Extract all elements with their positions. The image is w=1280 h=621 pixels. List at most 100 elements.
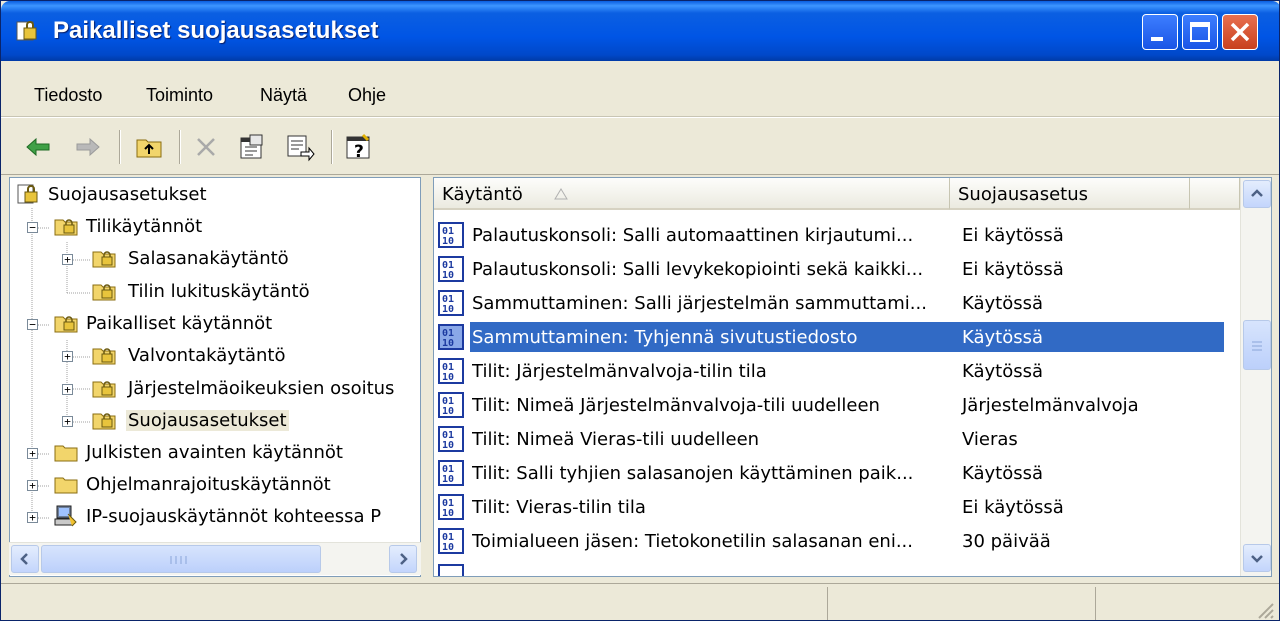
list-row[interactable]: 01 10 Tilit: Nimeä Järjestelmänvalvoja-ti… (434, 388, 1224, 422)
toolbar-separator (119, 130, 121, 164)
column-header-policy[interactable]: Käytäntö (434, 178, 950, 210)
expand-toggle[interactable]: + (27, 448, 38, 459)
svg-text:10: 10 (442, 508, 454, 519)
policy-setting-icon: 0110 (438, 392, 464, 418)
policy-setting-icon (438, 564, 464, 576)
policy-folder-icon (54, 316, 78, 333)
policy-list-pane[interactable]: Käytäntö Suojausasetus 01 10 Palautuskons… (433, 177, 1272, 577)
list-row[interactable]: 01 10 Tilit: Nimeä Vieras-tili uudelleen … (434, 422, 1224, 456)
expand-toggle[interactable]: + (62, 351, 73, 362)
grip-icon (170, 556, 187, 564)
chevron-down-icon (1251, 555, 1263, 563)
status-bar (1, 583, 1279, 620)
up-folder-icon[interactable] (134, 132, 164, 162)
policy-folder-icon (92, 251, 116, 268)
collapse-toggle[interactable]: − (27, 319, 38, 330)
svg-text:10: 10 (442, 236, 454, 247)
menu-help[interactable]: Ohje (348, 85, 386, 106)
scroll-down-button[interactable] (1243, 544, 1271, 572)
list-row[interactable]: 01 10 Toimialueen jäsen: Tietokonetilin s… (434, 524, 1224, 558)
scroll-thumb[interactable] (41, 545, 321, 573)
help-icon[interactable]: ? (344, 132, 374, 162)
svg-text:10: 10 (442, 542, 454, 553)
tree-pane[interactable]: − + − + + + + + + Suojausasetukset Tilik… (9, 177, 421, 577)
scroll-thumb[interactable] (1243, 320, 1271, 370)
title-bar[interactable]: Paikalliset suojausasetukset (1, 1, 1279, 61)
policy-folder-icon (92, 413, 116, 430)
svg-text:10: 10 (442, 474, 454, 485)
app-window: Paikalliset suojausasetukset Tiedosto To… (0, 0, 1280, 621)
policy-setting-icon: 0110 (438, 494, 464, 520)
folder-icon (54, 477, 78, 494)
chevron-left-icon (20, 553, 28, 565)
svg-text:10: 10 (442, 270, 454, 281)
resize-grip-icon[interactable] (1253, 598, 1275, 620)
maximize-button[interactable] (1182, 14, 1218, 50)
status-cell (1095, 587, 1276, 620)
policy-setting-icon: 0110 (438, 460, 464, 486)
maximize-icon (1190, 22, 1210, 42)
expand-toggle[interactable]: + (62, 416, 73, 427)
toolbar: ? (1, 117, 1279, 175)
menu-bar: Tiedosto Toiminto Näytä Ohje (1, 61, 1279, 117)
collapse-toggle[interactable]: − (27, 222, 38, 233)
tree-horizontal-scrollbar[interactable] (9, 542, 421, 575)
svg-text:?: ? (354, 142, 364, 162)
export-list-icon[interactable] (285, 132, 315, 162)
policy-folder-icon (54, 219, 78, 236)
security-settings-icon (17, 184, 38, 204)
menu-file[interactable]: Tiedosto (34, 85, 102, 106)
toolbar-separator (331, 130, 333, 164)
policy-folder-icon (92, 284, 116, 301)
policy-folder-icon (92, 381, 116, 398)
policy-folder-icon (92, 348, 116, 365)
svg-text:10: 10 (442, 406, 454, 417)
policy-setting-icon: 0110 (438, 222, 464, 248)
scroll-right-button[interactable] (389, 545, 417, 573)
toolbar-separator (179, 130, 181, 164)
column-header-setting[interactable]: Suojausasetus (950, 178, 1190, 210)
list-row[interactable]: 01 10 Tilit: Vieras-tilin tila Ei käytöss… (434, 490, 1224, 524)
list-row-selected[interactable]: 01 10 Sammuttaminen: Tyhjennä sivutustied… (434, 320, 1224, 354)
back-arrow-icon[interactable] (23, 132, 53, 162)
grip-icon (1252, 341, 1262, 351)
policy-setting-icon: 0110 (438, 426, 464, 452)
list-row[interactable]: 01 10 Tilit: Järjestelmänvalvoja-tilin ti… (434, 354, 1224, 388)
list-vertical-scrollbar[interactable] (1240, 178, 1271, 576)
minimize-button[interactable] (1142, 14, 1178, 50)
sort-ascending-icon (554, 188, 568, 200)
ip-security-icon (54, 505, 77, 527)
list-row[interactable]: 01 10 Sammuttaminen: Salli järjestelmän s… (434, 286, 1224, 320)
policy-setting-icon: 0110 (438, 324, 464, 350)
expand-toggle[interactable]: + (27, 512, 38, 523)
folder-icon (54, 445, 78, 462)
menu-view[interactable]: Näytä (260, 85, 307, 106)
svg-text:10: 10 (442, 372, 454, 383)
properties-icon[interactable] (237, 132, 267, 162)
scroll-up-button[interactable] (1243, 180, 1271, 208)
menu-action[interactable]: Toiminto (146, 85, 213, 106)
expand-toggle[interactable]: + (62, 384, 73, 395)
expand-toggle[interactable]: + (62, 254, 73, 265)
policy-setting-icon: 0110 (438, 290, 464, 316)
policy-setting-icon: 0110 (438, 528, 464, 554)
list-row-partial[interactable] (434, 560, 1224, 576)
minimize-icon (1151, 37, 1163, 41)
close-button[interactable] (1222, 14, 1258, 50)
close-icon (1230, 22, 1250, 42)
list-row[interactable]: 01 10 Tilit: Salli tyhjien salasanojen kä… (434, 456, 1224, 490)
svg-text:10: 10 (442, 304, 454, 315)
policy-setting-icon: 0110 (438, 256, 464, 282)
svg-text:10: 10 (442, 338, 454, 349)
list-row[interactable]: 01 10 Palautuskonsoli: Salli automaattine… (434, 218, 1224, 252)
list-row[interactable]: 01 10 Palautuskonsoli: Salli levykekopioi… (434, 252, 1224, 286)
chevron-right-icon (400, 553, 408, 565)
scroll-left-button[interactable] (11, 545, 39, 573)
window-title: Paikalliset suojausasetukset (53, 17, 379, 44)
delete-icon[interactable] (191, 132, 221, 162)
security-settings-icon (16, 21, 37, 41)
policy-setting-icon: 0110 (438, 358, 464, 384)
forward-arrow-icon[interactable] (73, 132, 103, 162)
status-cell (827, 587, 1096, 620)
expand-toggle[interactable]: + (27, 480, 38, 491)
